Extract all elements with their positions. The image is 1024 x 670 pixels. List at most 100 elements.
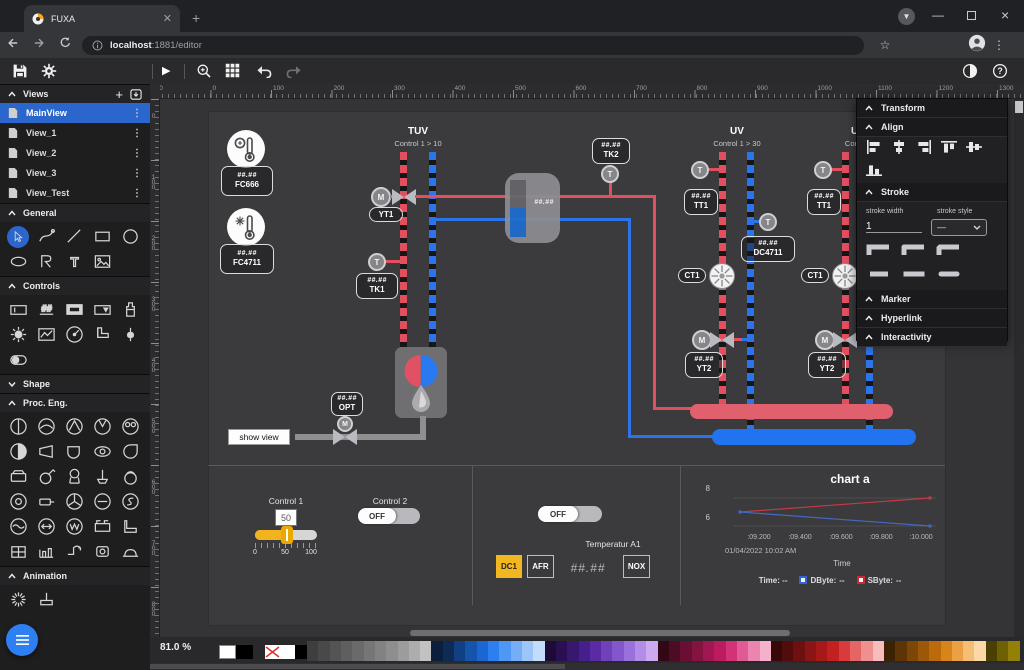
proc-eng-icon-3[interactable] [60,414,88,439]
cap-round-button[interactable] [936,267,962,286]
view-list-item-mainview[interactable]: MainView ⋮ [0,103,150,123]
palette-swatch[interactable] [624,641,635,661]
light-control[interactable] [4,322,32,347]
rect-tool[interactable] [88,224,116,249]
palette-swatch[interactable] [737,641,748,661]
cursor-tool[interactable] [4,224,32,249]
uv1-condition[interactable]: Control 1 > 30 [697,139,777,148]
select-control[interactable] [88,297,116,322]
palette-swatch[interactable] [579,641,590,661]
palette-swatch[interactable] [929,641,940,661]
profile-avatar[interactable] [968,34,986,57]
views-section-header[interactable]: Views + [0,84,150,103]
sensor-tt1-a[interactable]: T [691,161,709,179]
palette-swatch[interactable] [658,641,669,661]
slider-handle[interactable] [281,526,293,544]
vertical-scrollbar[interactable] [1014,99,1024,637]
fill-color-swatch[interactable] [219,645,236,659]
view-list-item-view_2[interactable]: View_2 ⋮ [0,143,150,163]
valve-opt[interactable] [333,429,357,445]
image-tool[interactable] [88,249,116,274]
zoom-tool-icon[interactable] [196,63,212,84]
manifold-hot[interactable] [690,404,893,419]
sensor-dc4711[interactable]: T [759,213,777,231]
palette-swatch[interactable] [669,641,680,661]
shape-section-header[interactable]: Shape [0,374,150,393]
device-label-ct1-b[interactable]: CT1 [801,268,829,283]
palette-swatch[interactable] [511,641,522,661]
uv1-title[interactable]: UV [707,126,767,137]
palette-swatch[interactable] [567,641,578,661]
boiler[interactable] [395,347,447,418]
device-label-ct1-a[interactable]: CT1 [678,268,706,283]
sensor-tt1-b[interactable]: T [814,161,832,179]
palette-swatch[interactable] [443,641,454,661]
proc-eng-icon-15[interactable] [116,464,144,489]
omnibox[interactable]: localhost:1881/editor [82,36,864,55]
proc-eng-icon-23[interactable] [60,514,88,539]
redo-icon[interactable] [285,65,303,83]
tuv-condition[interactable]: Control 1 > 10 [368,139,468,148]
nox-button[interactable]: NOX [623,555,650,578]
proc-eng-icon-29[interactable] [88,539,116,564]
control2-toggle[interactable]: OFF [358,508,420,524]
bottom-scroll-thumb[interactable] [150,664,565,669]
palette-swatch[interactable] [499,641,510,661]
panel-section-align[interactable]: Align [857,118,1007,137]
tank[interactable]: ##.## [505,173,560,243]
palette-swatch[interactable] [692,641,703,661]
stroke-width-input[interactable] [866,221,922,233]
run-play-icon[interactable]: ▶ [162,64,170,77]
palette-swatch[interactable] [726,641,737,661]
proc-eng-icon-11[interactable] [4,464,32,489]
palette-swatch[interactable] [714,641,725,661]
proc-eng-icon-17[interactable] [32,489,60,514]
value-control[interactable]: ## [32,297,60,322]
proc-eng-icon-26[interactable] [4,539,32,564]
afr-button[interactable]: AFR [527,555,554,578]
ellipse-tool[interactable] [4,249,32,274]
palette-swatch[interactable] [974,641,985,661]
palette-swatch[interactable] [748,641,759,661]
palette-swatch[interactable] [771,641,782,661]
view-menu-icon[interactable]: ⋮ [132,148,142,159]
palette-swatch[interactable] [884,641,895,661]
palette-swatch[interactable] [646,641,657,661]
palette-swatch[interactable] [703,641,714,661]
palette-swatch[interactable] [873,641,884,661]
device-label-yt2-a[interactable]: ##.## YT2 [685,352,723,378]
palette-swatch[interactable] [420,641,431,661]
fan-ct1-b[interactable] [831,262,859,290]
pen-tool[interactable] [32,224,60,249]
plunger-anim-tool[interactable] [32,587,60,612]
proc-eng-icon-13[interactable] [60,464,88,489]
proc-eng-icon-16[interactable] [4,489,32,514]
proc-eng-section-header[interactable]: Proc. Eng. [0,393,150,412]
palette-swatch[interactable] [793,641,804,661]
palette-swatch[interactable] [986,641,997,661]
proc-eng-icon-24[interactable] [88,514,116,539]
view-menu-icon[interactable]: ⋮ [132,168,142,179]
palette-swatch[interactable] [907,641,918,661]
settings-gear-icon[interactable] [41,63,57,84]
palette-swatch[interactable] [398,641,409,661]
align-center-icon[interactable] [891,140,907,159]
proc-eng-icon-9[interactable] [88,439,116,464]
device-label-dc4711[interactable]: ##.## DC4711 [741,236,795,262]
palette-swatch[interactable] [330,641,341,661]
text-tool[interactable]: T [60,249,88,274]
animation-section-header[interactable]: Animation [0,566,150,585]
control1-slider[interactable] [255,530,317,540]
palette-swatch[interactable] [635,641,646,661]
palette-swatch[interactable] [861,641,872,661]
undo-icon[interactable] [255,65,273,83]
device-label-tk2[interactable]: ##.## TK2 [592,138,630,164]
help-icon[interactable]: ? [992,63,1008,84]
palette-swatch[interactable] [590,641,601,661]
palette-swatch[interactable] [364,641,375,661]
join-miter-button[interactable] [866,243,892,262]
proc-eng-icon-10[interactable] [116,439,144,464]
control1-value[interactable]: 50 [275,509,297,526]
palette-swatch[interactable] [941,641,952,661]
import-view-icon[interactable] [130,89,142,100]
